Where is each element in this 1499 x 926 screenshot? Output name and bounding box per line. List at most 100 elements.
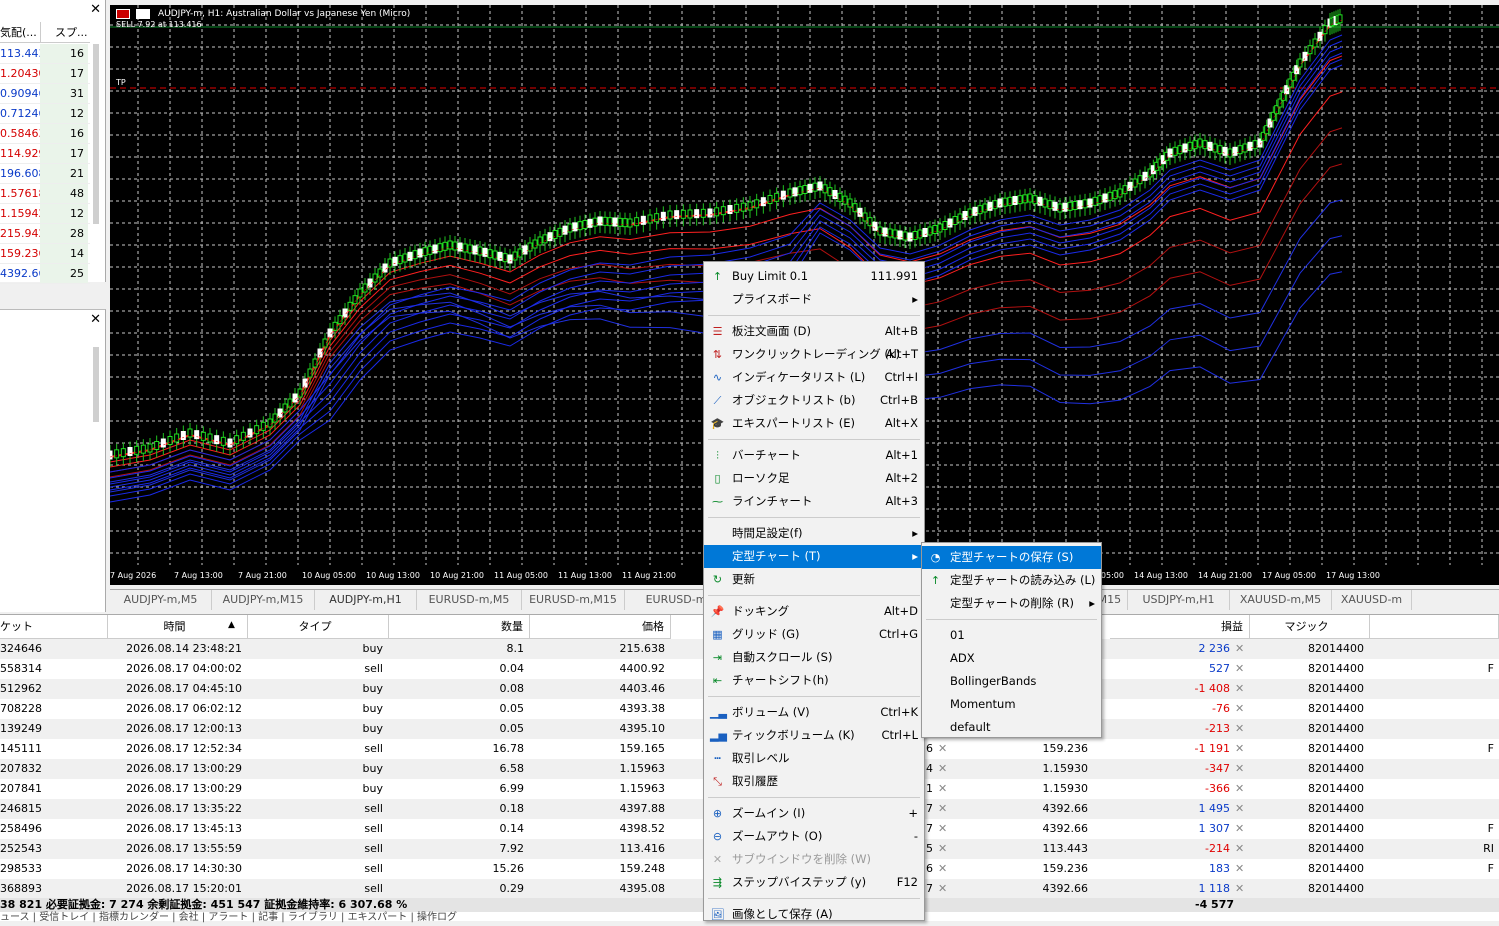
market-watch-row[interactable]: 0.7124612 [0,104,90,124]
close-icon[interactable]: ✕ [1235,719,1244,739]
menu-item[interactable]: 時間足設定(f) ▸ [704,522,924,545]
candle [912,231,918,240]
chart-tab[interactable]: AUDJPY-m,M15 [212,590,315,610]
column-header[interactable]: 数量 [389,615,530,639]
menu-item[interactable]: Momentum [922,693,1101,716]
candle [647,214,653,224]
menu-item[interactable]: ▦ グリッド (G) Ctrl+G [704,623,924,646]
scrollbar[interactable] [93,347,99,422]
menu-item[interactable]: default [922,716,1101,739]
menu-item[interactable]: ◔ 定型チャートの保存 (S) [922,546,1101,569]
close-icon[interactable]: ✕ [1235,839,1244,859]
candle [572,222,578,232]
close-icon[interactable]: ✕ [90,312,101,327]
bid-price: 0.71246 [0,107,40,120]
menu-item[interactable]: ⇶ ステップバイステップ (y) F12 [704,871,924,894]
spread-column-header[interactable]: スプ... [40,22,90,42]
menu-item[interactable]: ⇤ チャートシフト(h) [704,669,924,692]
menu-item[interactable]: ⊕ ズームイン (I) + [704,802,924,825]
chart-tab[interactable]: XAUUSD-m,M5 [1230,590,1332,610]
column-header[interactable]: 時間 [108,615,248,639]
menu-item[interactable]: 定型チャートの削除 (R) ▸ [922,592,1101,615]
close-icon[interactable]: ✕ [938,799,947,819]
menu-item[interactable]: ↑ Buy Limit 0.1 111.991 [704,265,924,288]
close-icon[interactable]: ✕ [938,839,947,859]
column-header[interactable]: ケット [0,615,108,639]
menu-item[interactable]: ⁓ ラインチャート Alt+3 [704,490,924,513]
chart-tab[interactable]: EURUSD-m,M5 [417,590,522,610]
market-watch-row[interactable]: 1.2043017 [0,64,90,84]
chart-tab[interactable]: AUDJPY-m,H1 [315,590,417,610]
menu-item[interactable]: 📌 ドッキング Alt+D [704,600,924,623]
close-icon[interactable]: ✕ [1235,699,1244,719]
order-time: 2026.08.17 13:35:22 [126,802,242,815]
open-price: 4395.08 [619,882,666,895]
chart-tab[interactable]: EURUSD-m,M15 [522,590,625,610]
market-watch-row[interactable]: 159.23614 [0,244,90,264]
trade-history-icon: ⤡ [713,775,722,788]
column-header[interactable]: タイプ [248,615,389,639]
market-watch-row[interactable]: 1.5761848 [0,184,90,204]
close-icon[interactable]: ✕ [1235,659,1244,679]
menu-item[interactable]: 01 [922,624,1101,647]
close-icon[interactable]: ✕ [938,739,947,759]
menu-item[interactable]: ⤡ 取引履歴 [704,770,924,793]
close-icon[interactable]: ✕ [1235,779,1244,799]
menu-item[interactable]: ⇥ 自動スクロール (S) [704,646,924,669]
close-icon[interactable]: ✕ [90,2,101,17]
menu-item[interactable]: 🎓 エキスパートリスト (E) Alt+X [704,412,924,435]
menu-item[interactable]: ⟋ オブジェクトリスト (b) Ctrl+B [704,389,924,412]
menu-item[interactable]: ▁▃ ボリューム (V) Ctrl+K [704,701,924,724]
sort-arrow-icon[interactable]: ▲ [228,620,235,630]
candle [882,227,888,237]
market-watch-row[interactable]: 215.94228 [0,224,90,244]
column-header[interactable]: 損益 [1110,615,1250,639]
column-header[interactable]: 価格 [530,615,671,639]
menu-item[interactable]: ↻ 更新 [704,568,924,591]
menu-item[interactable]: BollingerBands [922,670,1101,693]
menu-item[interactable]: ┅ 取引レベル [704,747,924,770]
market-watch-row[interactable]: 4392.6625 [0,264,90,284]
market-watch-row[interactable]: 0.5846316 [0,124,90,144]
menu-item[interactable]: 🖼 画像として保存 (A) [704,903,924,926]
menu-item-shortcut: Ctrl+K [880,705,918,719]
market-watch-row[interactable]: 1.1594212 [0,204,90,224]
close-icon[interactable]: ✕ [938,759,947,779]
scrollbar[interactable] [93,44,99,224]
close-icon[interactable]: ✕ [1235,739,1244,759]
menu-item[interactable]: ⇅ ワンクリックトレーディング (k) Alt+T [704,343,924,366]
menu-item[interactable]: ADX [922,647,1101,670]
menu-item[interactable]: プライスボード ▸ [704,288,924,311]
market-watch-row[interactable]: 196.60821 [0,164,90,184]
chart-tab[interactable]: USDJPY-m,H1 [1128,590,1230,610]
close-icon[interactable]: ✕ [1235,759,1244,779]
close-icon[interactable]: ✕ [1235,799,1244,819]
menu-item[interactable]: ∿ インディケータリスト (L) Ctrl+I [704,366,924,389]
menu-item[interactable]: ✕ サブウインドウを削除 (W) [704,848,924,871]
menu-item[interactable]: ▯ ローソク足 Alt+2 [704,467,924,490]
close-icon[interactable]: ✕ [938,879,947,899]
chart-tab[interactable]: AUDJPY-m,M5 [110,590,212,610]
close-icon[interactable]: ✕ [1235,679,1244,699]
close-icon[interactable]: ✕ [938,819,947,839]
close-icon[interactable]: ✕ [1235,819,1244,839]
menu-item-label: 定型チャートの保存 (S) [950,550,1074,564]
close-icon[interactable]: ✕ [1235,639,1244,659]
menu-item[interactable]: 定型チャート (T) ▸ [704,545,924,568]
close-icon[interactable]: ✕ [938,779,947,799]
column-header[interactable]: マジック [1250,615,1370,639]
market-watch-row[interactable]: 114.92917 [0,144,90,164]
chart-tab[interactable]: XAUUSD-m [1332,590,1412,610]
market-watch-row[interactable]: 0.9094631 [0,84,90,104]
one-click-panel-icon[interactable] [136,9,150,19]
bid-column-header[interactable]: 気配(... [0,22,40,42]
menu-item[interactable]: ☰ 板注文画面 (D) Alt+B [704,320,924,343]
close-icon[interactable]: ✕ [938,859,947,879]
market-watch-row[interactable]: 113.44316 [0,44,90,64]
menu-item[interactable]: ▂▅ ティックボリューム (K) Ctrl+L [704,724,924,747]
menu-item[interactable]: ↑ 定型チャートの読み込み (L) [922,569,1101,592]
close-icon[interactable]: ✕ [1235,879,1244,899]
close-icon[interactable]: ✕ [1235,859,1244,879]
menu-item[interactable]: ⊖ ズームアウト (O) - [704,825,924,848]
menu-item[interactable]: ⫶ バーチャート Alt+1 [704,444,924,467]
